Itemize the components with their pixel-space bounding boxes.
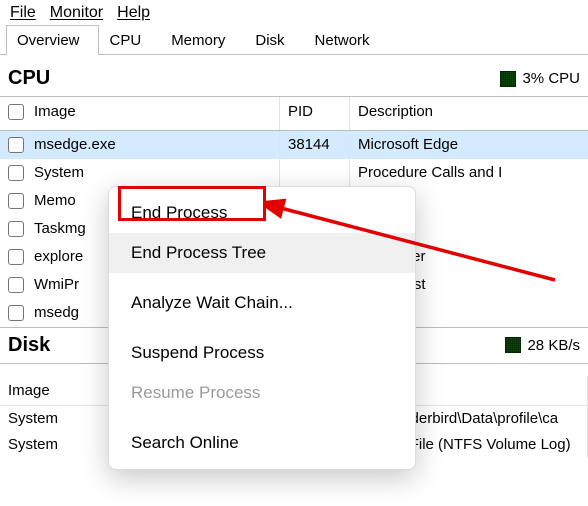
row-description: Microsoft Edge: [350, 131, 588, 159]
cpu-title: CPU: [8, 67, 50, 90]
disk-stat: 28 KB/s: [505, 337, 580, 354]
ctx-separator: [109, 413, 415, 423]
row-image: msedge.exe: [34, 136, 116, 153]
row-checkbox[interactable]: [8, 305, 24, 321]
disk-title: Disk: [8, 334, 50, 357]
disk-stat-text: 28 KB/s: [527, 337, 580, 354]
table-row[interactable]: System Procedure Calls and I: [0, 159, 588, 187]
row-image: System: [34, 164, 84, 181]
cpu-stat: 3% CPU: [500, 70, 580, 87]
ctx-end-process-tree[interactable]: End Process Tree: [109, 233, 415, 273]
table-row[interactable]: msedge.exe 38144 Microsoft Edge: [0, 131, 588, 159]
row-image: Memo: [34, 192, 76, 209]
ctx-separator: [109, 323, 415, 333]
row-checkbox[interactable]: [8, 137, 24, 153]
row-checkbox[interactable]: [8, 193, 24, 209]
row-image: explore: [34, 248, 83, 265]
row-checkbox[interactable]: [8, 277, 24, 293]
disk-led-icon: [505, 337, 521, 353]
ctx-end-process[interactable]: End Process: [109, 193, 415, 233]
menu-file[interactable]: File: [10, 4, 36, 22]
tabs: Overview CPU Memory Disk Network: [0, 24, 588, 55]
tab-memory[interactable]: Memory: [160, 25, 244, 55]
row-checkbox[interactable]: [8, 165, 24, 181]
col-description[interactable]: Description: [350, 97, 588, 130]
ctx-search-online[interactable]: Search Online: [109, 423, 415, 463]
tab-cpu[interactable]: CPU: [99, 25, 161, 55]
tab-disk[interactable]: Disk: [244, 25, 303, 55]
col-image-label: Image: [34, 103, 76, 120]
context-menu: End Process End Process Tree Analyze Wai…: [108, 186, 416, 470]
ctx-analyze-wait-chain[interactable]: Analyze Wait Chain...: [109, 283, 415, 323]
ctx-separator: [109, 273, 415, 283]
tab-overview[interactable]: Overview: [6, 25, 99, 55]
row-checkbox[interactable]: [8, 221, 24, 237]
col-image-checkbox[interactable]: [8, 104, 24, 120]
row-image: Taskmg: [34, 220, 86, 237]
ctx-suspend-process[interactable]: Suspend Process: [109, 333, 415, 373]
row-description: Procedure Calls and I: [350, 159, 588, 187]
cpu-columns: Image PID Description: [0, 97, 588, 131]
menu-help[interactable]: Help: [117, 4, 150, 22]
row-pid: 38144: [280, 131, 350, 159]
ctx-resume-process: Resume Process: [109, 373, 415, 413]
cpu-led-icon: [500, 71, 516, 87]
col-pid[interactable]: PID: [280, 97, 350, 130]
row-pid: [280, 159, 350, 187]
tab-network[interactable]: Network: [304, 25, 389, 55]
col-image[interactable]: Image: [0, 97, 280, 130]
row-checkbox[interactable]: [8, 249, 24, 265]
cpu-section-header[interactable]: CPU 3% CPU: [0, 61, 588, 97]
cpu-stat-text: 3% CPU: [522, 70, 580, 87]
row-image: msedg: [34, 304, 79, 321]
row-image: WmiPr: [34, 276, 79, 293]
menu-monitor[interactable]: Monitor: [50, 4, 103, 22]
menubar: File Monitor Help: [0, 0, 588, 24]
